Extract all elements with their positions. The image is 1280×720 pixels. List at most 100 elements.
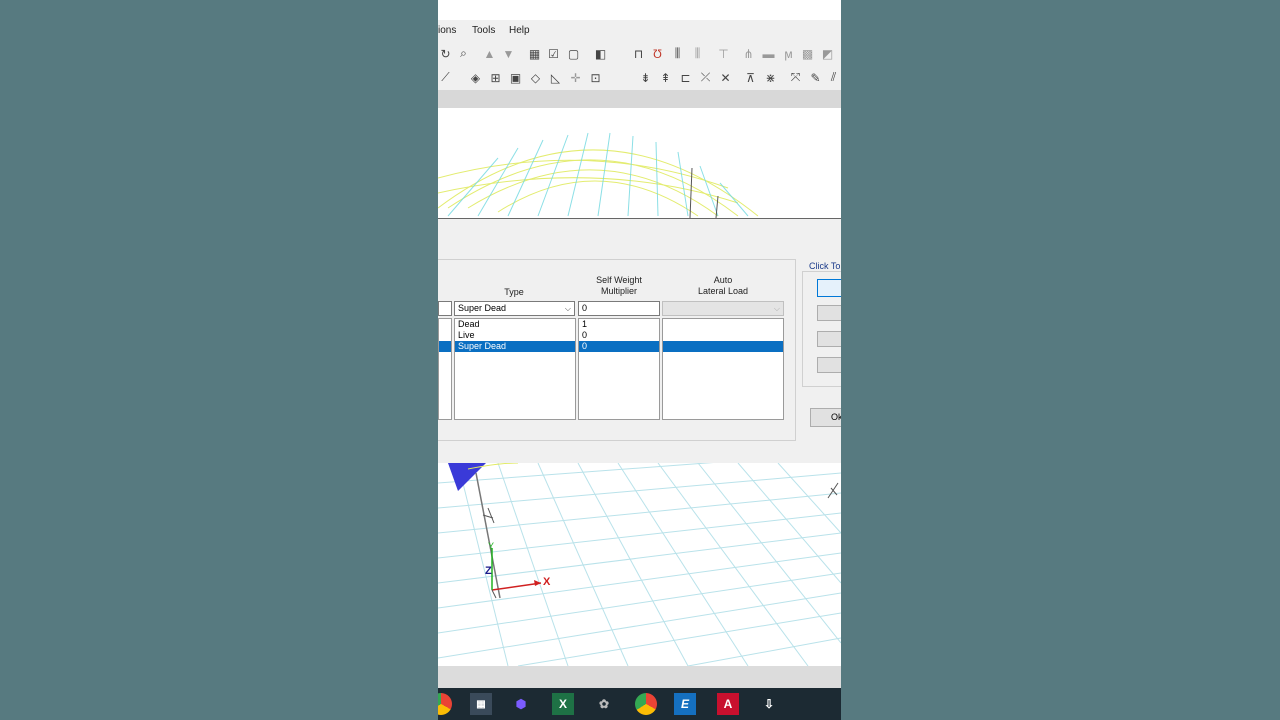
right-background: [841, 0, 1280, 720]
slab-icon[interactable]: ◩: [820, 46, 835, 61]
edit-tool-icon[interactable]: ✎: [808, 70, 823, 85]
dome-wireframe: [438, 132, 759, 218]
auto-lateral-column-header: Auto Lateral Load: [697, 275, 749, 296]
self-weight-value: 0: [582, 303, 588, 313]
list-item[interactable]: [663, 319, 783, 330]
arrow-down-icon[interactable]: ▼: [501, 46, 516, 61]
app-window: ions Tools Help ↻ ⌕ ▲ ▼ ▦ ☑ ▢ ◧ ⊓ Ʊ ⫼ ⫼ …: [438, 0, 841, 720]
spring-icon[interactable]: ϻ: [781, 46, 796, 61]
model-view-3d[interactable]: X Y Z: [438, 463, 841, 666]
checkbox-icon[interactable]: ☑: [546, 46, 561, 61]
menu-tools[interactable]: Tools: [472, 25, 495, 36]
arrow-up-icon[interactable]: ▲: [482, 46, 497, 61]
line-tool-icon[interactable]: ⟋: [438, 70, 453, 85]
list-item[interactable]: Dead: [455, 319, 575, 330]
chevron-down-icon: ⌵: [564, 304, 571, 313]
z-axis-label: Z: [485, 565, 492, 577]
status-bar: [438, 666, 841, 688]
ok-button[interactable]: Ok: [810, 408, 841, 427]
modify-load-button[interactable]: [817, 305, 841, 321]
grid-select-icon[interactable]: ▦: [527, 46, 542, 61]
chrome-icon[interactable]: [438, 693, 452, 715]
calculator-icon[interactable]: ▦: [470, 693, 492, 715]
add-new-load-button[interactable]: [817, 279, 841, 297]
list-item[interactable]: 1: [579, 319, 659, 330]
model-view-top[interactable]: [438, 108, 841, 219]
name-list[interactable]: [438, 318, 452, 420]
load-patterns-dialog: Type Self Weight Multiplier Auto Lateral…: [438, 243, 841, 463]
list-item[interactable]: Live: [455, 330, 575, 341]
wall-icon[interactable]: ▩: [800, 46, 815, 61]
chevron-down-icon: ⌵: [773, 304, 780, 313]
list-item[interactable]: 0: [579, 341, 659, 352]
menu-bar: ions Tools Help: [438, 20, 841, 42]
refresh-icon[interactable]: ↻: [438, 46, 453, 61]
click-to-label: Click To: [809, 261, 841, 271]
copilot-icon[interactable]: ⬢: [510, 693, 532, 715]
link-icon[interactable]: ▬: [761, 46, 776, 61]
magnet-icon[interactable]: Ʊ: [650, 46, 665, 61]
column-icon[interactable]: ⊤: [716, 46, 731, 61]
assign-restraint-icon[interactable]: ⇞: [658, 70, 673, 85]
type-combo-value: Super Dead: [458, 303, 507, 313]
poly-area-icon[interactable]: ◺: [548, 70, 563, 85]
draw-frame-icon[interactable]: ⊓: [631, 46, 646, 61]
pin-icon[interactable]: ⋇: [763, 70, 778, 85]
quad-area-icon[interactable]: ◇: [528, 70, 543, 85]
download-icon[interactable]: ⇩: [758, 693, 780, 715]
menu-options[interactable]: ions: [438, 25, 456, 36]
more-tools-icon[interactable]: ⫽: [826, 70, 841, 85]
autocad-icon[interactable]: A: [717, 693, 739, 715]
grid-frame-icon[interactable]: ⊞: [488, 70, 503, 85]
view-tab-strip: [438, 90, 841, 108]
auto-lateral-combo[interactable]: ⌵: [662, 301, 784, 316]
diamond-icon[interactable]: ◈: [468, 70, 483, 85]
x-axis-label: X: [543, 576, 551, 588]
excel-icon[interactable]: X: [552, 693, 574, 715]
beam-icon[interactable]: ⫼: [670, 46, 685, 61]
self-weight-column-header: Self Weight Multiplier: [596, 275, 642, 296]
paint-icon[interactable]: ✿: [593, 693, 615, 715]
multiplier-list[interactable]: 1 0 0: [578, 318, 660, 420]
list-item[interactable]: Super Dead: [455, 341, 575, 352]
toolbar-top: ↻ ⌕ ▲ ▼ ▦ ☑ ▢ ◧ ⊓ Ʊ ⫼ ⫼ ⊤ ⋔ ▬ ϻ ▩ ◩: [438, 42, 841, 66]
type-column-header: Type: [504, 287, 524, 297]
taskbar: ▦ ⬢ X ✿ E A ⇩: [438, 688, 841, 720]
self-weight-input[interactable]: 0: [578, 301, 660, 316]
delete-load-button[interactable]: [817, 357, 841, 373]
cube-icon[interactable]: ◧: [593, 46, 608, 61]
left-background: [0, 0, 438, 720]
type-combo[interactable]: Super Dead ⌵: [454, 301, 575, 316]
support-icon[interactable]: ⊼: [743, 70, 758, 85]
grid-plane: [438, 463, 841, 666]
list-item[interactable]: [439, 319, 451, 330]
list-item[interactable]: 0: [579, 330, 659, 341]
title-bar: [438, 0, 841, 20]
name-field[interactable]: [438, 301, 452, 316]
list-item[interactable]: [439, 341, 451, 352]
frame-icon[interactable]: ▢: [566, 46, 581, 61]
menu-help[interactable]: Help: [509, 25, 530, 36]
release-icon[interactable]: ⊏: [678, 70, 693, 85]
rect-area-icon[interactable]: ▣: [508, 70, 523, 85]
glasses-icon[interactable]: ⌕: [456, 46, 471, 61]
x-axis: [491, 582, 542, 591]
joist-icon[interactable]: ⫼: [690, 46, 705, 61]
cross-tool-icon[interactable]: ✕: [718, 70, 733, 85]
slash-icon[interactable]: ⤧: [788, 70, 803, 85]
brace-icon[interactable]: ⋔: [741, 46, 756, 61]
modify-lateral-load-button[interactable]: [817, 331, 841, 347]
etabs-icon[interactable]: E: [674, 693, 696, 715]
opening-icon[interactable]: ⊡: [588, 70, 603, 85]
diag-tool-icon[interactable]: ⤫: [698, 70, 713, 85]
chrome-icon-2[interactable]: [635, 693, 657, 715]
toolbar-second: ⟋ ◈ ⊞ ▣ ◇ ◺ ✛ ⊡ ⇟ ⇞ ⊏ ⤫ ✕ ⊼ ⋇ ⤧ ✎ ⫽: [438, 66, 841, 90]
list-item[interactable]: [439, 330, 451, 341]
assign-load-icon[interactable]: ⇟: [638, 70, 653, 85]
point-tool-icon[interactable]: ✛: [568, 70, 583, 85]
list-item[interactable]: [663, 330, 783, 341]
y-axis-label: Y: [488, 541, 495, 551]
type-list[interactable]: Dead Live Super Dead: [454, 318, 576, 420]
auto-lateral-list[interactable]: [662, 318, 784, 420]
list-item[interactable]: [663, 341, 783, 352]
